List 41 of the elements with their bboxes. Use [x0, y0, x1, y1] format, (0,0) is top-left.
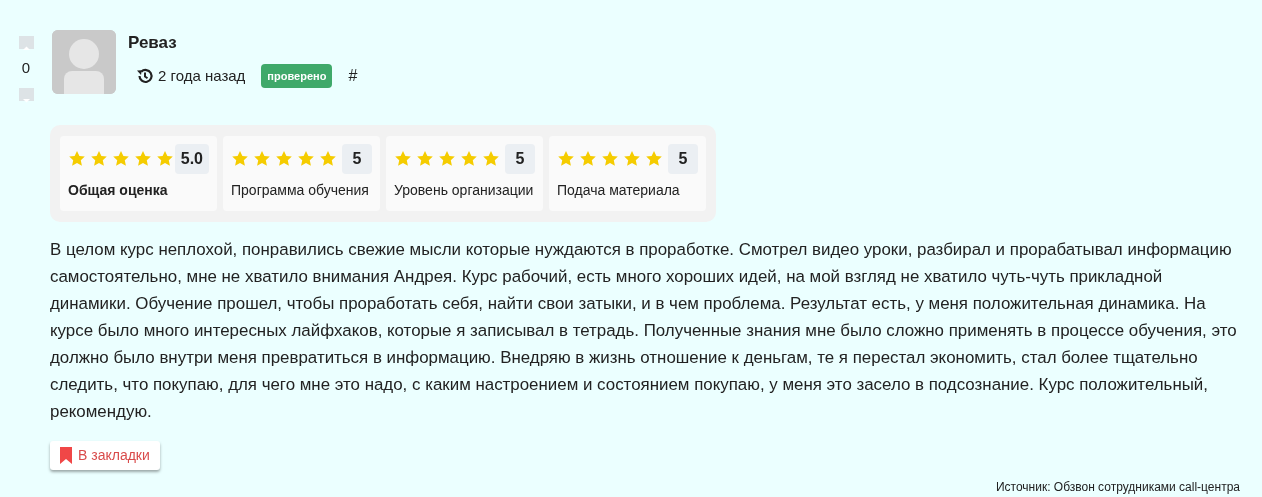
avatar [52, 30, 116, 94]
star-icon [297, 149, 315, 168]
rating-value: 5 [668, 143, 698, 174]
star-icon [68, 149, 86, 168]
bookmark-button[interactable]: В закладки [50, 440, 160, 470]
bookmark-icon [60, 446, 72, 464]
review-text: В целом курс неплохой, понравились свежие мысли которые нуждаются в проработке. Смотрел видео уроки, разбирал и прорабатывал информацию самостоятельно, мне не хватило внимания Андрея. Курс рабочий, есть много хороших идей, на мой взгляд не хватило чуть-чуть прикладной динамики. Обучение прошел, чтобы проработать себя, найти свои затыки, и в чем проблема. Результат есть, у меня положительная динамика. На курсе было много интересных лайфхаков, которые я записывал в тетрадь. Полученные знания мне было сложно применять в процессе обучения, это должно было внутри меня превратиться в информацию. Внедряю в жизнь отношение к деньгам, те я перестал экономить, стал более тщательно следить, что покупаю, для чего мне это надо, с каким настроением и состоянием покупаю, у меня это засело в подсознание. Курс положительный, рекомендую. [50, 238, 1238, 423]
star-icon [319, 149, 337, 168]
star-icon [460, 149, 478, 168]
star-icon [579, 149, 597, 168]
star-icon [231, 149, 249, 168]
star-icon [416, 149, 434, 168]
star-icon [253, 149, 271, 168]
upvote-button[interactable] [18, 36, 34, 49]
vote-score: 0 [21, 58, 31, 78]
verified-badge: проверено [261, 63, 333, 88]
star-icon [156, 149, 174, 168]
star-icon [394, 149, 412, 168]
star-icon [275, 149, 293, 168]
star-icon [482, 149, 500, 168]
rating-value: 5 [505, 143, 535, 174]
star-icon [90, 149, 108, 168]
source-note: Источник: Обзвон сотрудниками call-центра [994, 478, 1240, 496]
anchor-link[interactable]: # [348, 63, 358, 88]
rating-value: 5 [342, 143, 372, 174]
rating-value: 5.0 [174, 143, 209, 174]
downvote-button[interactable] [18, 87, 34, 101]
history-icon [136, 66, 154, 85]
author-name: Реваз [128, 32, 178, 54]
star-icon [112, 149, 130, 168]
star-icon [645, 149, 663, 168]
star-icon [601, 149, 619, 168]
star-icon [557, 149, 575, 168]
rating-label: Подача материала [557, 180, 681, 200]
review-time: 2 года назад [158, 65, 246, 86]
rating-label: Общая оценка [68, 180, 169, 200]
rating-label: Уровень организации [394, 180, 535, 200]
star-icon [623, 149, 641, 168]
star-icon [134, 149, 152, 168]
rating-label: Программа обучения [231, 180, 370, 200]
star-icon [438, 149, 456, 168]
